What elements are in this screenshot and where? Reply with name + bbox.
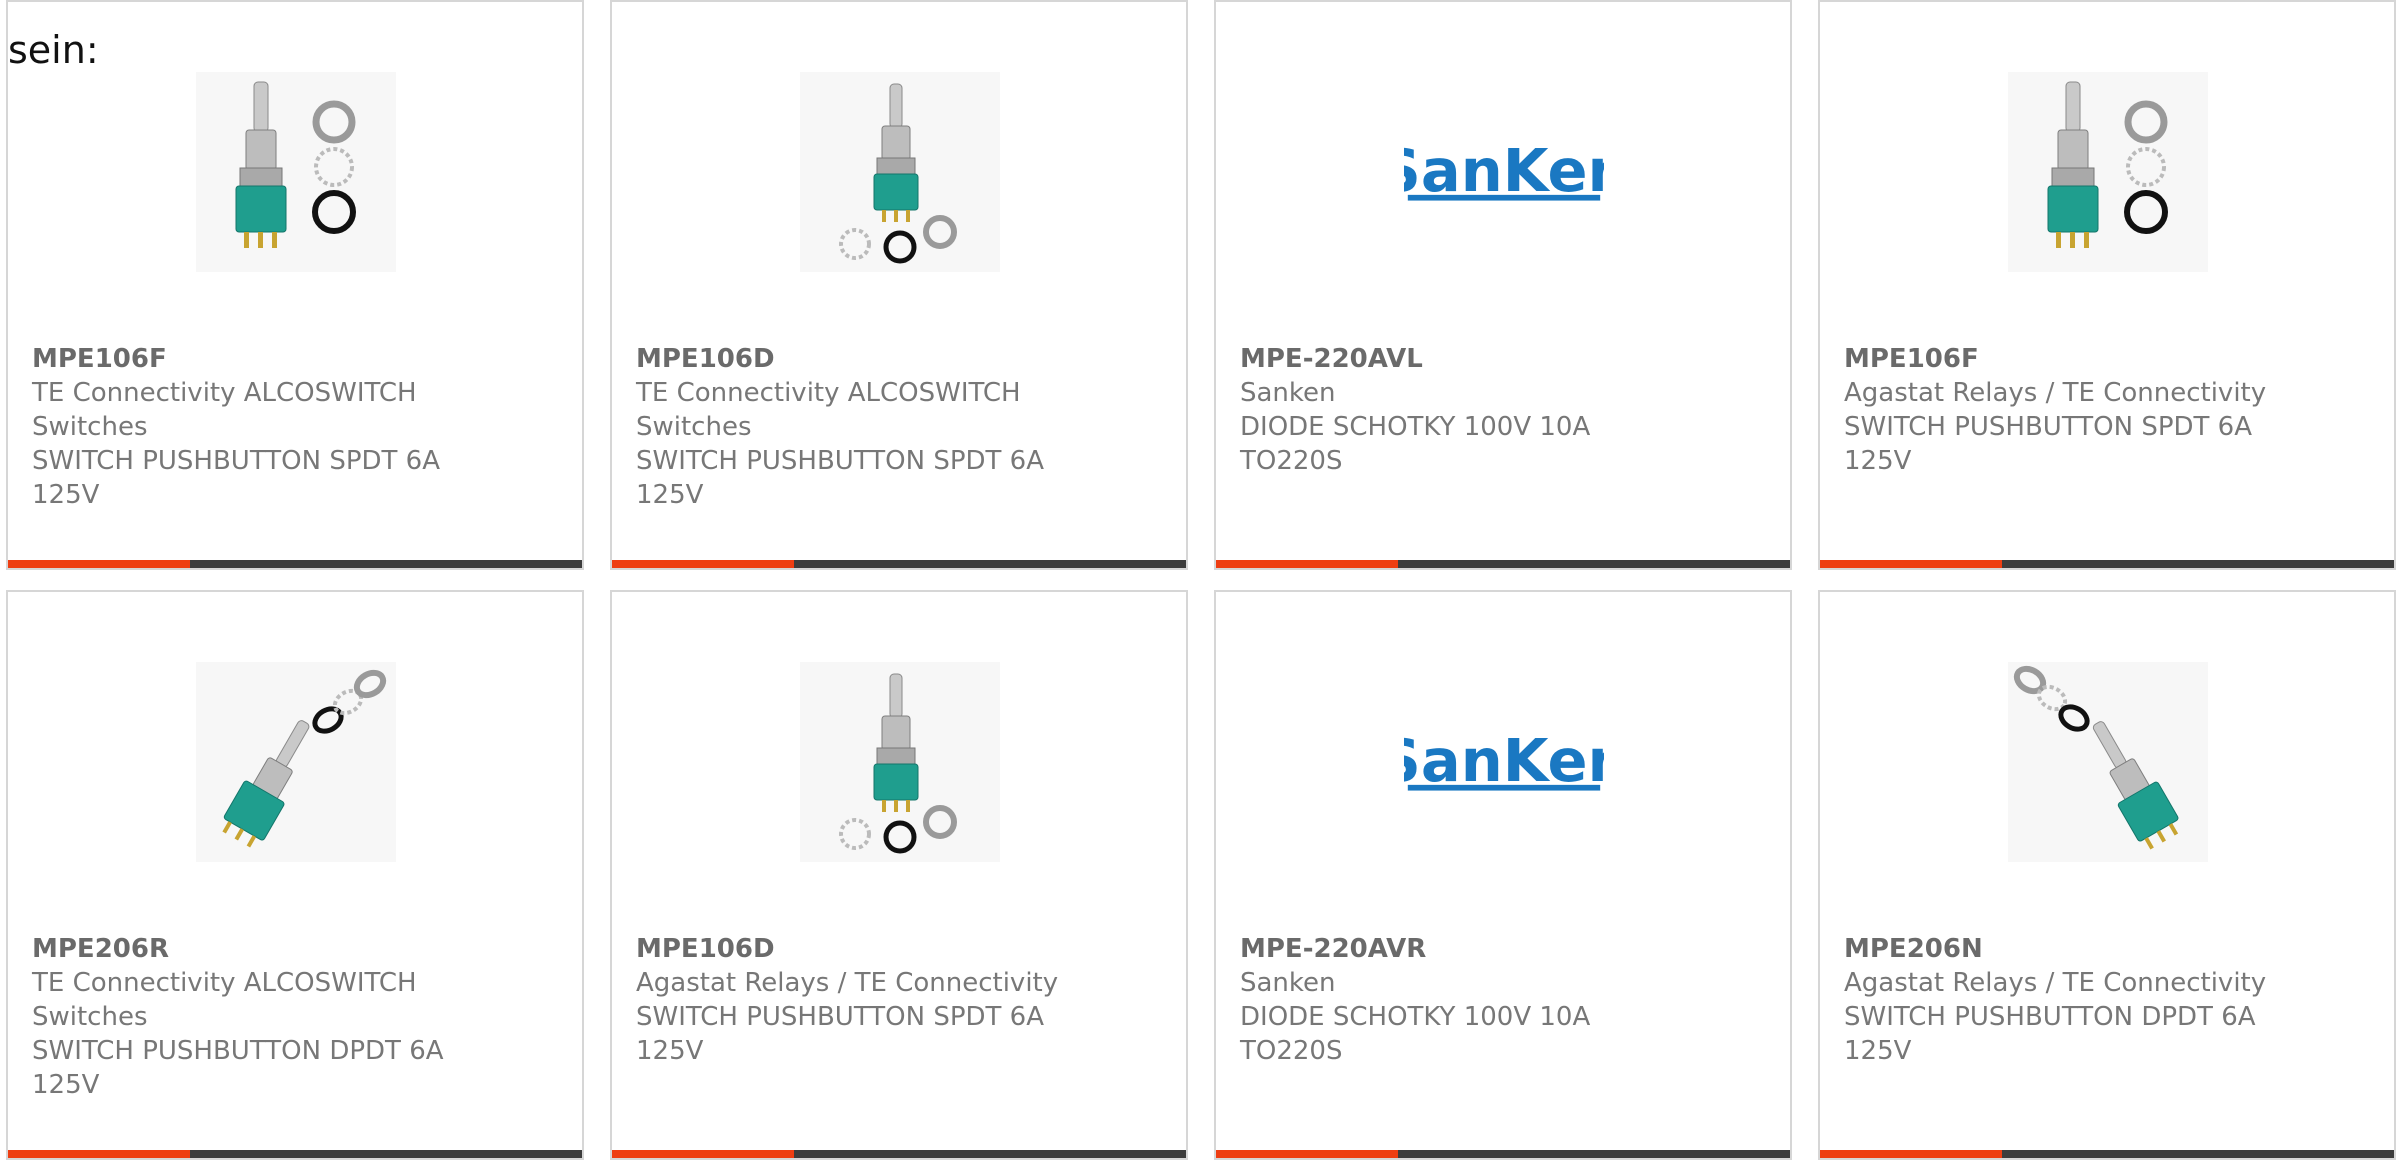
product-description: SWITCH PUSHBUTTON SPDT 6A 125V [636,446,1045,510]
svg-text:SanKen: SanKen [1404,136,1604,205]
pushbutton-switch-icon [839,83,957,264]
product-card[interactable]: MPE106F Agastat Relays / TE Connectivity… [1818,0,2396,570]
pushbutton-switch-icon [2047,81,2168,248]
intro-text: sein: [8,28,99,72]
product-image[interactable] [2008,662,2208,862]
card-footer-bar [1216,1150,1790,1158]
part-number[interactable]: MPE106D [636,342,1166,376]
card-accent-bar [612,1150,794,1158]
card-footer-bar [612,560,1186,568]
product-description: DIODE SCHOTKY 100V 10A TO220S [1240,1002,1591,1066]
product-info: MPE106D TE Connectivity ALCOSWITCH Switc… [636,342,1166,512]
card-accent-bar [1820,560,2002,568]
product-info: MPE206R TE Connectivity ALCOSWITCH Switc… [32,932,562,1102]
product-description: DIODE SCHOTKY 100V 10A TO220S [1240,412,1591,476]
product-info: MPE106D Agastat Relays / TE Connectivity… [636,932,1166,1068]
svg-text:SanKen: SanKen [1404,726,1604,795]
product-info: MPE-220AVL Sanken DIODE SCHOTKY 100V 10A… [1240,342,1770,478]
card-footer-bar [612,1150,1186,1158]
manufacturer: Sanken [1240,378,1336,408]
pushbutton-switch-icon [839,673,957,854]
product-image[interactable] [196,662,396,862]
product-info: MPE106F Agastat Relays / TE Connectivity… [1844,342,2374,478]
product-info: MPE206N Agastat Relays / TE Connectivity… [1844,932,2374,1068]
part-number[interactable]: MPE206N [1844,932,2374,966]
product-card[interactable]: MPE106F TE Connectivity ALCOSWITCH Switc… [6,0,584,570]
product-card[interactable]: MPE206N Agastat Relays / TE Connectivity… [1818,590,2396,1160]
product-image[interactable] [800,72,1000,272]
product-card[interactable]: MPE106D TE Connectivity ALCOSWITCH Switc… [610,0,1188,570]
manufacturer: Agastat Relays / TE Connectivity [1844,968,2267,998]
sanken-logo-icon: SanKen [1404,136,1604,205]
product-description: SWITCH PUSHBUTTON SPDT 6A 125V [1844,412,2253,476]
product-description: SWITCH PUSHBUTTON DPDT 6A 125V [1844,1002,2256,1066]
part-number[interactable]: MPE106F [1844,342,2374,376]
card-accent-bar [612,560,794,568]
product-description: SWITCH PUSHBUTTON SPDT 6A 125V [636,1002,1045,1066]
product-image[interactable] [196,72,396,272]
product-description: SWITCH PUSHBUTTON SPDT 6A 125V [32,446,441,510]
part-number[interactable]: MPE106D [636,932,1166,966]
product-card[interactable]: MPE106D Agastat Relays / TE Connectivity… [610,590,1188,1160]
product-image[interactable] [2008,72,2208,272]
product-description: SWITCH PUSHBUTTON DPDT 6A 125V [32,1036,444,1100]
pushbutton-switch-icon [2013,665,2179,850]
sanken-logo-icon: SanKen [1404,726,1604,795]
product-info: MPE-220AVR Sanken DIODE SCHOTKY 100V 10A… [1240,932,1770,1068]
part-number[interactable]: MPE-220AVL [1240,342,1770,376]
manufacturer: Agastat Relays / TE Connectivity [636,968,1059,998]
manufacturer: TE Connectivity ALCOSWITCH Switches [32,968,417,1032]
product-card[interactable]: SanKen MPE-220AVL Sanken DIODE SCHOTKY 1… [1214,0,1792,570]
part-number[interactable]: MPE106F [32,342,562,376]
part-number[interactable]: MPE206R [32,932,562,966]
pushbutton-switch-icon [235,81,356,248]
card-accent-bar [1216,1150,1398,1158]
pushbutton-switch-icon [222,669,387,848]
card-footer-bar [1216,560,1790,568]
card-footer-bar [1820,1150,2394,1158]
manufacturer: Sanken [1240,968,1336,998]
card-accent-bar [8,1150,190,1158]
product-image[interactable]: SanKen [1404,662,1604,862]
manufacturer: TE Connectivity ALCOSWITCH Switches [32,378,417,442]
card-footer-bar [8,560,582,568]
part-number[interactable]: MPE-220AVR [1240,932,1770,966]
manufacturer: TE Connectivity ALCOSWITCH Switches [636,378,1021,442]
card-accent-bar [1216,560,1398,568]
card-footer-bar [8,1150,582,1158]
product-image[interactable] [800,662,1000,862]
card-accent-bar [8,560,190,568]
product-card[interactable]: MPE206R TE Connectivity ALCOSWITCH Switc… [6,590,584,1160]
product-info: MPE106F TE Connectivity ALCOSWITCH Switc… [32,342,562,512]
product-card[interactable]: SanKen MPE-220AVR Sanken DIODE SCHOTKY 1… [1214,590,1792,1160]
card-footer-bar [1820,560,2394,568]
manufacturer: Agastat Relays / TE Connectivity [1844,378,2267,408]
card-accent-bar [1820,1150,2002,1158]
product-image[interactable]: SanKen [1404,72,1604,272]
